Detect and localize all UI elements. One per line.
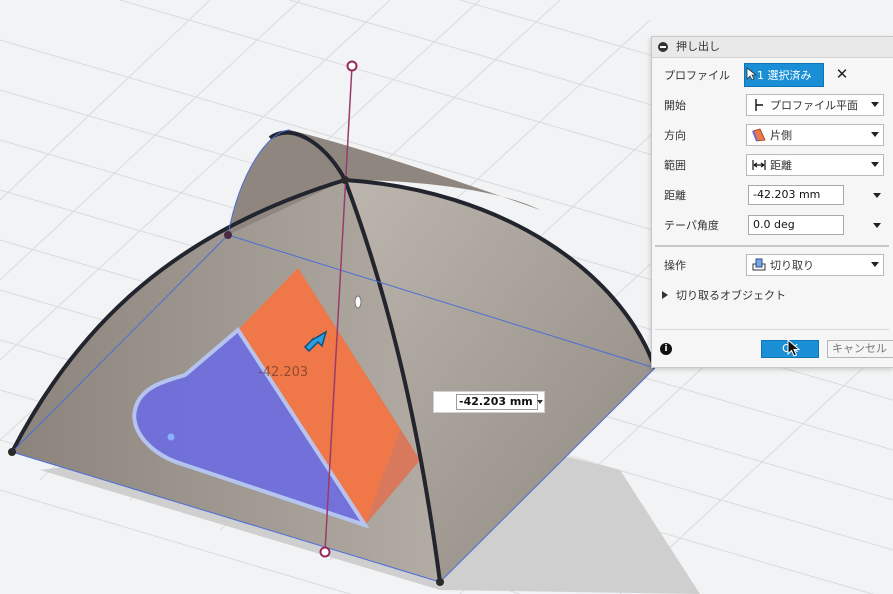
start-select[interactable]: プロファイル平面 [746, 94, 884, 116]
operation-value: 切り取り [770, 259, 814, 272]
cancel-button[interactable]: キャンセル [827, 340, 893, 358]
panel-title: 押し出し [676, 40, 720, 53]
direction-row: 方向 片側 [652, 122, 893, 148]
canvas-distance-input-box: -42.203 mm [433, 391, 545, 413]
mouse-cursor-icon [787, 339, 801, 357]
info-icon[interactable]: i [660, 343, 672, 355]
divider [655, 329, 889, 330]
profile-selection-button[interactable]: 1 選択済み [744, 63, 824, 87]
direction-select[interactable]: 片側 [746, 124, 884, 146]
operation-select[interactable]: 切り取り [746, 254, 884, 276]
ghost-dimension-label: -42.203 [258, 365, 309, 380]
extent-label: 範囲 [664, 159, 686, 172]
operation-row: 操作 切り取り [652, 252, 893, 278]
vertex-point [436, 578, 444, 586]
profile-plane-icon [752, 98, 766, 112]
start-value: プロファイル平面 [770, 99, 858, 112]
taper-dropdown-icon[interactable] [873, 223, 881, 228]
vertex-point [224, 231, 232, 239]
direction-value: 片側 [770, 129, 792, 142]
extrude-panel: 押し出し プロファイル 1 選択済み ✕ 開始 プロファイル平面 方向 片側 範… [651, 36, 893, 368]
chevron-down-icon [871, 262, 879, 267]
chevron-down-icon [871, 102, 879, 107]
taper-angle-input[interactable]: 0.0 deg [748, 215, 844, 235]
operation-label: 操作 [664, 259, 686, 272]
start-label: 開始 [664, 99, 686, 112]
distance-icon [752, 158, 766, 172]
start-row: 開始 プロファイル平面 [652, 92, 893, 118]
cursor-arrow-icon [745, 66, 758, 84]
profile-center-point [167, 433, 175, 441]
clear-selection-icon[interactable]: ✕ [834, 66, 850, 82]
objects-to-cut-section[interactable]: 切り取るオブジェクト [662, 287, 786, 303]
canvas-distance-input[interactable]: -42.203 mm [456, 394, 538, 410]
distance-row: 距離 -42.203 mm [652, 182, 893, 208]
chevron-down-icon [871, 132, 879, 137]
taper-row: テーパ角度 0.0 deg [652, 212, 893, 238]
collapse-icon[interactable] [658, 42, 668, 52]
objects-to-cut-label: 切り取るオブジェクト [676, 289, 786, 302]
panel-header: 押し出し [652, 37, 893, 58]
angle-handle[interactable] [354, 295, 362, 309]
expand-arrow-icon [662, 291, 668, 299]
chevron-down-icon [871, 162, 879, 167]
distance-dropdown-icon[interactable] [873, 193, 881, 198]
vertex-point [341, 176, 349, 184]
profile-label: プロファイル [664, 69, 730, 82]
taper-label: テーパ角度 [664, 219, 719, 232]
profile-selection-value: 1 選択済み [757, 69, 812, 82]
extent-row: 範囲 距離 [652, 152, 893, 178]
cut-icon [752, 258, 766, 272]
distance-label: 距離 [664, 189, 686, 202]
extent-value: 距離 [770, 159, 792, 172]
axis-handle-bottom[interactable] [319, 546, 331, 558]
vertex-point [8, 448, 16, 456]
axis-handle-top[interactable] [346, 60, 358, 72]
one-side-icon [752, 128, 766, 142]
direction-label: 方向 [664, 129, 686, 142]
divider [655, 245, 889, 247]
canvas-distance-dropdown-icon[interactable] [537, 400, 543, 404]
distance-input[interactable]: -42.203 mm [748, 185, 844, 205]
extent-select[interactable]: 距離 [746, 154, 884, 176]
